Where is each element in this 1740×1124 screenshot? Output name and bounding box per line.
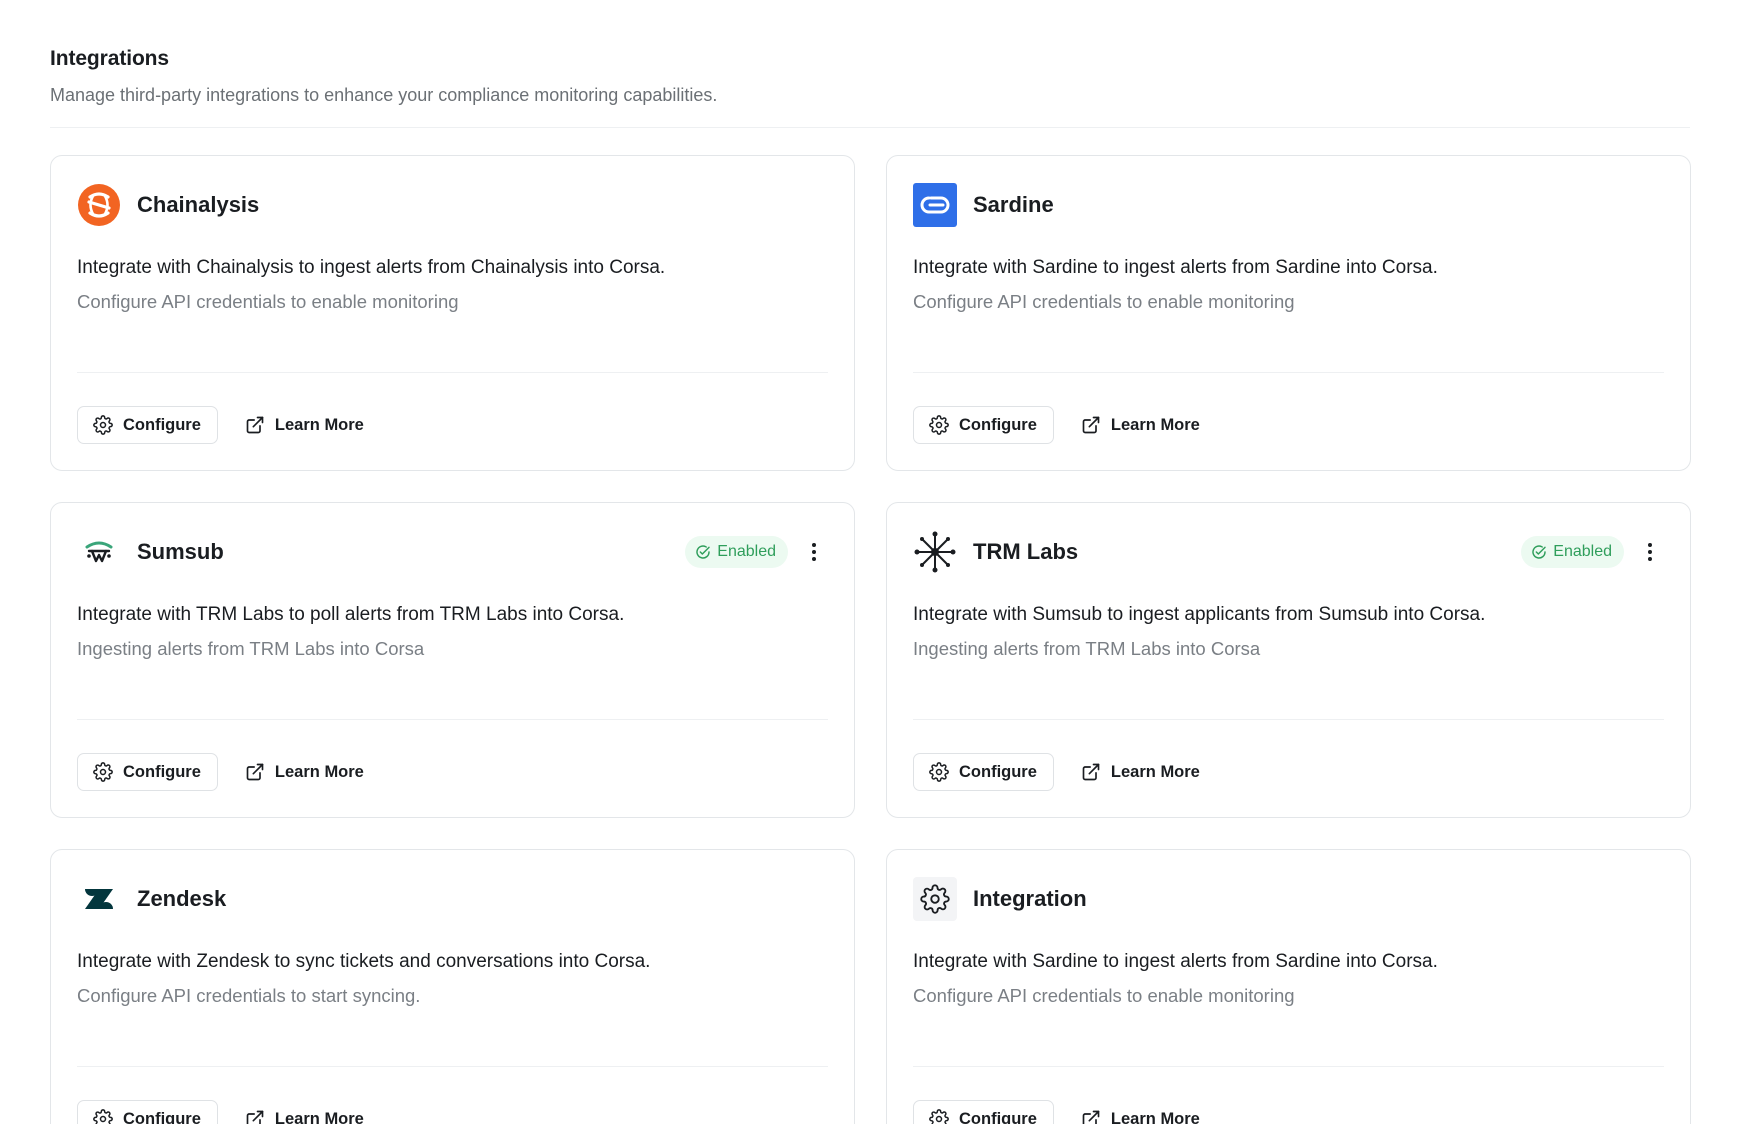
enabled-badge-label: Enabled (1553, 543, 1612, 560)
page-title: Integrations (50, 47, 169, 70)
external-link-icon (1082, 416, 1100, 434)
card-divider (77, 372, 828, 373)
learn-more-label: Learn More (1110, 415, 1200, 434)
check-circle-icon (696, 545, 711, 559)
card-status-text: Configure API credentials to start synci… (77, 985, 421, 1006)
configure-label: Configure (123, 762, 201, 781)
external-link-icon (246, 1110, 264, 1124)
card-title: Integration (973, 886, 1087, 911)
integrations-grid: Chainalysis Integrate with Chainalysis t… (50, 155, 1693, 1124)
zendesk-logo (77, 877, 121, 921)
integration-card-sardine: Sardine Integrate with Sardine to ingest… (886, 155, 1691, 471)
external-link-icon (1082, 1110, 1100, 1124)
page-header: Integrations Manage third-party integrat… (50, 47, 1690, 106)
configure-label: Configure (123, 1109, 201, 1124)
configure-button[interactable]: Configure (77, 753, 218, 791)
configure-label: Configure (959, 415, 1037, 434)
configure-label: Configure (959, 762, 1037, 781)
configure-button[interactable]: Configure (913, 1100, 1054, 1124)
card-status-text: Configure API credentials to enable moni… (913, 985, 1295, 1006)
sardine-logo (913, 183, 957, 227)
header-divider (50, 127, 1690, 128)
gear-icon (929, 762, 949, 782)
configure-label: Configure (959, 1109, 1037, 1124)
learn-more-link[interactable]: Learn More (245, 753, 364, 791)
card-description: Integrate with Sardine to ingest alerts … (913, 951, 1438, 972)
card-divider (77, 1066, 828, 1067)
card-status-text: Configure API credentials to enable moni… (77, 291, 459, 312)
learn-more-label: Learn More (274, 1109, 364, 1124)
learn-more-label: Learn More (1110, 1109, 1200, 1124)
external-link-icon (1082, 763, 1100, 781)
card-divider (77, 719, 828, 720)
gear-icon (929, 1109, 949, 1124)
enabled-badge: Enabled (1521, 536, 1624, 568)
gear-icon (93, 762, 113, 782)
more-options-icon[interactable] (1636, 536, 1664, 568)
external-link-icon (246, 763, 264, 781)
check-circle-icon (1532, 545, 1547, 559)
learn-more-label: Learn More (274, 762, 364, 781)
enabled-badge: Enabled (685, 536, 788, 568)
trm-labs-logo (913, 530, 957, 574)
page-description: Manage third-party integrations to enhan… (50, 85, 718, 105)
integration-card-zendesk: Zendesk Integrate with Zendesk to sync t… (50, 849, 855, 1124)
integration-card-generic: Integration Integrate with Sardine to in… (886, 849, 1691, 1124)
configure-label: Configure (123, 415, 201, 434)
learn-more-link[interactable]: Learn More (245, 406, 364, 444)
card-title: TRM Labs (973, 539, 1079, 564)
learn-more-label: Learn More (1110, 762, 1200, 781)
card-divider (913, 1066, 1664, 1067)
card-description: Integrate with Chainalysis to ingest ale… (77, 257, 666, 278)
integration-card-chainalysis: Chainalysis Integrate with Chainalysis t… (50, 155, 855, 471)
enabled-badge-label: Enabled (717, 543, 776, 560)
card-title: Zendesk (137, 886, 227, 911)
card-title: Chainalysis (137, 192, 260, 217)
sumsub-logo (77, 530, 121, 574)
integration-card-sumsub: Sumsub Enabled Integrate with TRM Labs t… (50, 502, 855, 818)
card-description: Integrate with Zendesk to sync tickets a… (77, 951, 651, 972)
card-divider (913, 719, 1664, 720)
card-description: Integrate with Sardine to ingest alerts … (913, 257, 1438, 278)
integration-card-trm-labs: TRM Labs Enabled Integrate with Sumsub t… (886, 502, 1691, 818)
card-title: Sumsub (137, 539, 224, 564)
gear-icon (913, 877, 957, 921)
configure-button[interactable]: Configure (913, 753, 1054, 791)
card-status-text: Ingesting alerts from TRM Labs into Cors… (77, 638, 425, 659)
configure-button[interactable]: Configure (77, 1100, 218, 1124)
learn-more-link[interactable]: Learn More (1081, 753, 1200, 791)
learn-more-label: Learn More (274, 415, 364, 434)
card-status-text: Ingesting alerts from TRM Labs into Cors… (913, 638, 1261, 659)
external-link-icon (246, 416, 264, 434)
card-description: Integrate with TRM Labs to poll alerts f… (77, 604, 625, 625)
gear-icon (93, 1109, 113, 1124)
card-description: Integrate with Sumsub to ingest applican… (913, 604, 1486, 625)
learn-more-link[interactable]: Learn More (1081, 1100, 1200, 1124)
gear-icon (929, 415, 949, 435)
more-options-icon[interactable] (800, 536, 828, 568)
card-title: Sardine (973, 192, 1054, 217)
learn-more-link[interactable]: Learn More (245, 1100, 364, 1124)
configure-button[interactable]: Configure (77, 406, 218, 444)
card-divider (913, 372, 1664, 373)
learn-more-link[interactable]: Learn More (1081, 406, 1200, 444)
card-status-text: Configure API credentials to enable moni… (913, 291, 1295, 312)
gear-icon (93, 415, 113, 435)
configure-button[interactable]: Configure (913, 406, 1054, 444)
chainalysis-logo (77, 183, 121, 227)
